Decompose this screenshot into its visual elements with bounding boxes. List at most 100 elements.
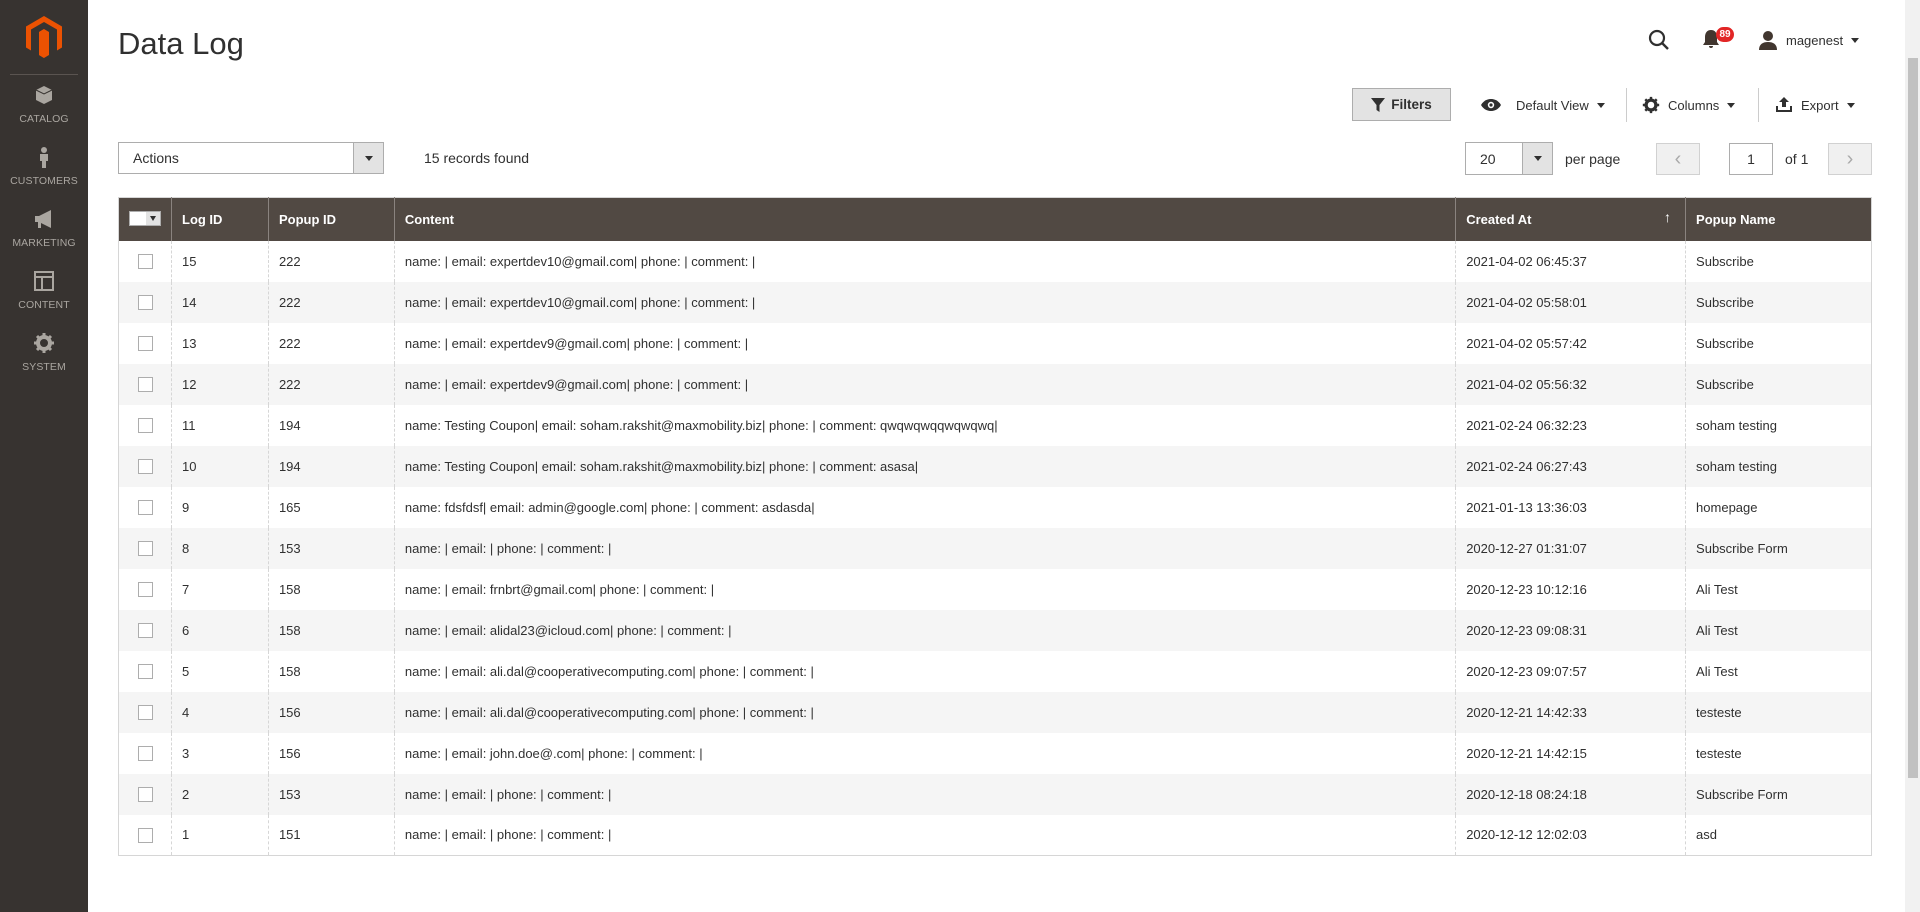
row-select-cell[interactable] bbox=[119, 651, 172, 692]
cell-popup-id: 151 bbox=[267, 814, 395, 856]
row-select-cell[interactable] bbox=[118, 527, 172, 569]
mass-actions-select[interactable]: Actions bbox=[118, 142, 384, 174]
column-header-log-id[interactable]: Log ID bbox=[171, 197, 269, 241]
column-header-content[interactable]: Content bbox=[393, 197, 1456, 241]
admin-sidebar: CATALOG CUSTOMERS MARKETING CONTENT SYST… bbox=[0, 0, 88, 912]
previous-page-button[interactable]: ‹ bbox=[1656, 143, 1700, 175]
column-header-created-at[interactable]: Created At ↑ bbox=[1455, 197, 1686, 241]
cell-popup-name: Ali Test bbox=[1685, 609, 1872, 651]
notifications-button[interactable]: 89 bbox=[1702, 27, 1734, 53]
sidebar-item-content[interactable]: CONTENT bbox=[0, 270, 88, 332]
eye-icon bbox=[1481, 99, 1501, 111]
cell-popup-id: 222 bbox=[267, 240, 395, 282]
table-row[interactable]: 2 153 name: | email: | phone: | comment: |… bbox=[118, 773, 1872, 815]
cell-log-id: 3 bbox=[171, 732, 269, 774]
table-row[interactable]: 6 158 name: | email: alidal23@icloud.com| … bbox=[118, 609, 1872, 651]
user-name: magenest bbox=[1786, 32, 1844, 48]
column-header-popup-name[interactable]: Popup Name bbox=[1685, 197, 1872, 241]
default-view-dropdown[interactable]: Default View bbox=[1480, 94, 1605, 116]
row-checkbox[interactable] bbox=[137, 254, 153, 270]
row-select-cell[interactable] bbox=[118, 609, 172, 651]
row-checkbox[interactable] bbox=[137, 459, 153, 475]
chevron-down-icon bbox=[150, 215, 156, 221]
row-checkbox[interactable] bbox=[137, 623, 153, 639]
row-checkbox[interactable] bbox=[137, 295, 153, 311]
row-select-cell[interactable] bbox=[119, 569, 172, 610]
table-row[interactable]: 13 222 name: | email: expertdev9@gmail.com… bbox=[119, 322, 1872, 364]
row-checkbox[interactable] bbox=[137, 746, 153, 762]
cell-log-id: 9 bbox=[171, 486, 269, 528]
page-scrollbar[interactable] bbox=[1905, 0, 1920, 912]
cell-created-at: 2020-12-23 10:12:16 bbox=[1455, 568, 1686, 610]
row-select-cell[interactable] bbox=[119, 323, 172, 364]
toolbar-divider bbox=[1626, 88, 1627, 122]
table-row[interactable]: 10 194 name: Testing Coupon| email: soham.… bbox=[118, 445, 1872, 487]
table-row[interactable]: 12 222 name: | email: expertdev9@gmail.com… bbox=[118, 363, 1872, 405]
mass-select-checkbox[interactable] bbox=[129, 210, 161, 226]
row-select-cell[interactable] bbox=[118, 445, 172, 487]
row-checkbox[interactable] bbox=[137, 827, 153, 843]
cell-content: name: | email: | phone: | comment: | bbox=[393, 814, 1456, 856]
sidebar-item-catalog[interactable]: CATALOG bbox=[0, 84, 88, 146]
toolbar-divider bbox=[1758, 88, 1759, 122]
per-page-select[interactable]: 20 bbox=[1465, 142, 1553, 175]
row-select-cell[interactable] bbox=[119, 405, 172, 446]
cell-content: name: | email: ali.dal@cooperativecomput… bbox=[393, 650, 1456, 692]
row-select-cell[interactable] bbox=[119, 487, 172, 528]
cell-log-id: 2 bbox=[171, 773, 269, 815]
row-select-cell[interactable] bbox=[119, 241, 172, 282]
scrollbar-thumb[interactable] bbox=[1908, 58, 1918, 778]
magento-logo-icon[interactable] bbox=[26, 16, 62, 58]
row-checkbox[interactable] bbox=[137, 541, 153, 557]
row-checkbox[interactable] bbox=[137, 500, 153, 516]
table-row[interactable]: 15 222 name: | email: expertdev10@gmail.co… bbox=[119, 240, 1872, 282]
table-row[interactable]: 1 151 name: | email: | phone: | comment: |… bbox=[119, 814, 1872, 856]
row-select-cell[interactable] bbox=[118, 691, 172, 733]
row-checkbox[interactable] bbox=[137, 664, 153, 680]
row-select-cell[interactable] bbox=[118, 773, 172, 815]
columns-dropdown[interactable]: Columns bbox=[1642, 94, 1736, 116]
row-checkbox[interactable] bbox=[137, 336, 153, 352]
row-checkbox[interactable] bbox=[137, 787, 153, 803]
cell-created-at: 2021-01-13 13:36:03 bbox=[1455, 486, 1686, 528]
row-select-cell[interactable] bbox=[119, 815, 172, 856]
row-select-cell[interactable] bbox=[119, 733, 172, 774]
cell-popup-id: 222 bbox=[267, 281, 395, 323]
default-view-label: Default View bbox=[1516, 97, 1589, 113]
cell-content: name: | email: expertdev10@gmail.com| ph… bbox=[393, 240, 1456, 282]
table-row[interactable]: 5 158 name: | email: ali.dal@cooperativeco… bbox=[119, 650, 1872, 692]
notification-count-badge: 89 bbox=[1716, 27, 1734, 42]
filters-button[interactable]: Filters bbox=[1352, 88, 1451, 121]
page-number-input[interactable]: 1 bbox=[1729, 143, 1773, 175]
user-menu[interactable]: magenest bbox=[1758, 29, 1860, 51]
sidebar-item-system[interactable]: SYSTEM bbox=[0, 332, 88, 394]
sidebar-item-marketing[interactable]: MARKETING bbox=[0, 208, 88, 270]
page-title: Data Log bbox=[118, 26, 244, 61]
column-header-popup-id[interactable]: Popup ID bbox=[267, 197, 395, 241]
row-select-cell[interactable] bbox=[118, 363, 172, 405]
export-dropdown[interactable]: Export bbox=[1775, 94, 1855, 116]
table-row[interactable]: 14 222 name: | email: expertdev10@gmail.co… bbox=[118, 281, 1872, 323]
cell-popup-id: 158 bbox=[267, 568, 395, 610]
upload-icon bbox=[1776, 97, 1792, 112]
table-row[interactable]: 7 158 name: | email: frnbrt@gmail.com| pho… bbox=[119, 568, 1872, 610]
row-checkbox[interactable] bbox=[137, 582, 153, 598]
table-row[interactable]: 3 156 name: | email: john.doe@.com| phone:… bbox=[119, 732, 1872, 774]
table-row[interactable]: 11 194 name: Testing Coupon| email: soham.… bbox=[119, 404, 1872, 446]
chevron-down-icon bbox=[1596, 102, 1605, 108]
sidebar-item-customers[interactable]: CUSTOMERS bbox=[0, 146, 88, 208]
cell-content: name: fdsfdsf| email: admin@google.com| … bbox=[393, 486, 1456, 528]
search-icon[interactable] bbox=[1648, 29, 1670, 51]
table-row[interactable]: 9 165 name: fdsfdsf| email: admin@google.c… bbox=[119, 486, 1872, 528]
table-row[interactable]: 4 156 name: | email: ali.dal@cooperativeco… bbox=[118, 691, 1872, 733]
sidebar-item-label: MARKETING bbox=[12, 237, 76, 249]
row-checkbox[interactable] bbox=[137, 377, 153, 393]
next-page-button[interactable]: › bbox=[1828, 143, 1872, 175]
row-checkbox[interactable] bbox=[137, 705, 153, 721]
row-checkbox[interactable] bbox=[137, 418, 153, 434]
chevron-down-icon bbox=[1846, 102, 1855, 108]
cell-log-id: 4 bbox=[171, 691, 269, 733]
table-row[interactable]: 8 153 name: | email: | phone: | comment: |… bbox=[118, 527, 1872, 569]
row-select-cell[interactable] bbox=[118, 281, 172, 323]
mass-select-header[interactable] bbox=[118, 197, 172, 241]
